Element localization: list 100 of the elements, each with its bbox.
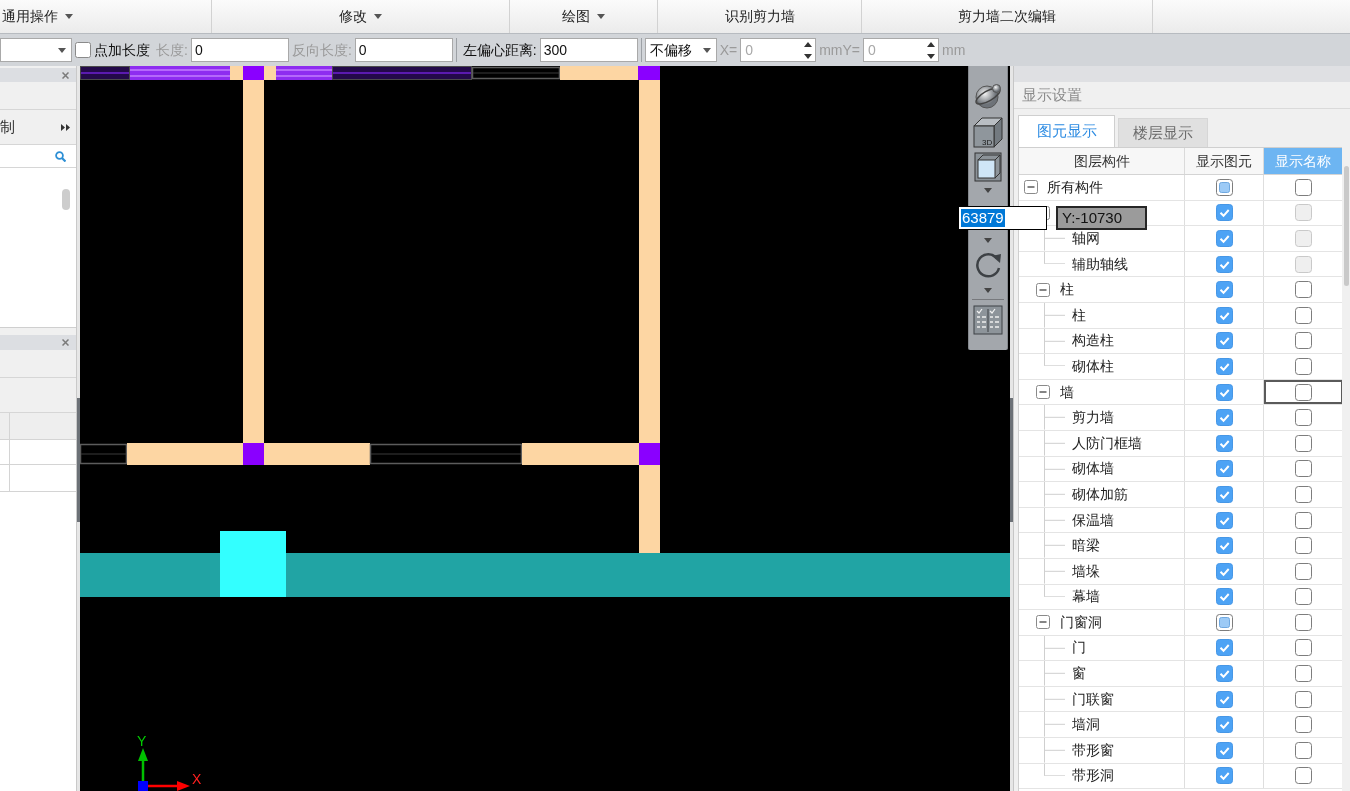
visibility-checkbox[interactable] [1215, 485, 1233, 503]
tab[interactable]: 图元显示 [1018, 115, 1115, 147]
scrollbar-thumb[interactable] [1343, 166, 1349, 286]
name-checkbox[interactable] [1294, 460, 1312, 478]
tree-item-label[interactable]: 所有构件 [1047, 176, 1103, 198]
tree-item-label[interactable]: 暗梁 [1072, 535, 1100, 557]
visibility-checkbox[interactable] [1215, 716, 1233, 734]
visibility-checkbox[interactable] [1215, 639, 1233, 657]
visibility-checkbox[interactable] [1215, 332, 1233, 350]
tree-item-label[interactable]: 砌体柱 [1072, 355, 1114, 377]
tree-item-label[interactable]: 门联窗 [1072, 688, 1114, 710]
visibility-checkbox[interactable] [1215, 613, 1233, 631]
name-checkbox[interactable] [1294, 178, 1312, 196]
tree-item-label[interactable]: 门 [1072, 637, 1086, 659]
checklist-icon[interactable] [973, 305, 1003, 335]
tree-item-label[interactable]: 墙洞 [1072, 714, 1100, 736]
name-checkbox[interactable] [1294, 357, 1312, 375]
tree-item-label[interactable]: 幕墙 [1072, 586, 1100, 608]
name-checkbox[interactable] [1294, 716, 1312, 734]
tree-item-label[interactable]: 轴网 [1072, 228, 1100, 249]
tree-item-label[interactable]: 辅助轴线 [1072, 253, 1128, 275]
visibility-checkbox[interactable] [1215, 383, 1233, 401]
visibility-checkbox[interactable] [1215, 741, 1233, 759]
visibility-checkbox[interactable] [1215, 255, 1233, 273]
tree-item-label[interactable]: 门窗洞 [1060, 611, 1102, 633]
name-checkbox[interactable] [1294, 383, 1312, 401]
column-header[interactable]: 图层构件 [1019, 148, 1185, 174]
sphere-icon[interactable] [973, 81, 1003, 111]
tree-toggle[interactable] [1024, 180, 1038, 195]
checkbox[interactable] [75, 42, 91, 58]
visibility-checkbox[interactable] [1215, 434, 1233, 452]
tree-toggle[interactable] [1036, 385, 1050, 400]
ribbon-group-button[interactable]: 识别剪力墙 [724, 6, 795, 27]
text-input[interactable]: 0 [190, 38, 289, 62]
tree-item-label[interactable]: 墙 [1060, 381, 1074, 403]
name-checkbox[interactable] [1294, 665, 1312, 683]
close-icon[interactable] [62, 339, 69, 346]
name-checkbox[interactable] [1294, 767, 1312, 785]
visibility-checkbox[interactable] [1215, 588, 1233, 606]
splitter-handle[interactable] [77, 398, 80, 522]
tree-item-label[interactable]: 窗 [1072, 663, 1086, 685]
name-checkbox[interactable] [1294, 741, 1312, 759]
column-header[interactable]: 显示图元 [1185, 148, 1264, 174]
caret-icon[interactable] [984, 238, 992, 243]
name-checkbox[interactable] [1294, 537, 1312, 555]
name-checkbox[interactable] [1294, 639, 1312, 657]
text-input[interactable]: 300 [539, 38, 638, 62]
tree-item-label[interactable]: 墙垛 [1072, 560, 1100, 582]
ribbon-group-button[interactable]: 剪力墙二次编辑 [958, 6, 1056, 27]
dropdown-field[interactable]: 不偏移 [644, 38, 717, 62]
name-checkbox[interactable] [1294, 690, 1312, 708]
rotate-icon[interactable] [973, 250, 1003, 280]
ribbon-group-button[interactable]: 通用操作 [2, 6, 73, 27]
search-icon[interactable] [55, 150, 66, 162]
name-checkbox[interactable] [1294, 562, 1312, 580]
name-checkbox[interactable] [1294, 511, 1312, 529]
name-checkbox[interactable] [1294, 332, 1312, 350]
dropdown-field[interactable] [0, 38, 72, 62]
visibility-checkbox[interactable] [1215, 690, 1233, 708]
name-checkbox[interactable] [1294, 613, 1312, 631]
visibility-checkbox[interactable] [1215, 178, 1233, 196]
tree-item-label[interactable]: 柱 [1072, 304, 1086, 326]
box-icon[interactable] [974, 152, 1002, 182]
text-input[interactable]: 0 [354, 38, 453, 62]
name-checkbox[interactable] [1294, 485, 1312, 503]
tree-item-label[interactable]: 带形窗 [1072, 739, 1114, 761]
visibility-checkbox[interactable] [1215, 767, 1233, 785]
caret-icon[interactable] [984, 288, 992, 293]
ribbon-group-button[interactable]: 修改 [339, 6, 382, 27]
coordinate-input-tooltip[interactable]: 63879 [958, 206, 1047, 230]
tree-toggle[interactable] [1036, 615, 1050, 630]
tree-item-label[interactable]: 人防门框墙 [1072, 432, 1142, 454]
tree-item-label[interactable]: 砌体加筋 [1072, 483, 1128, 505]
visibility-checkbox[interactable] [1215, 306, 1233, 324]
caret-icon[interactable] [984, 188, 992, 193]
tree-toggle[interactable] [1036, 282, 1050, 297]
visibility-checkbox[interactable] [1215, 562, 1233, 580]
tree-item-label[interactable]: 保温墙 [1072, 509, 1114, 531]
name-checkbox[interactable] [1294, 306, 1312, 324]
name-checkbox[interactable] [1294, 434, 1312, 452]
name-checkbox[interactable] [1294, 281, 1312, 299]
visibility-checkbox[interactable] [1215, 230, 1233, 247]
close-icon[interactable] [62, 71, 69, 79]
tree-item-label[interactable]: 砌体墙 [1072, 458, 1114, 480]
tab[interactable]: 楼层显示 [1118, 118, 1208, 147]
visibility-checkbox[interactable] [1215, 665, 1233, 683]
tree-item-label[interactable]: 柱 [1060, 279, 1074, 301]
scrollbar-thumb[interactable] [62, 189, 70, 210]
visibility-checkbox[interactable] [1215, 537, 1233, 555]
visibility-checkbox[interactable] [1215, 281, 1233, 299]
checkbox-label[interactable]: 点加长度 [91, 39, 153, 61]
visibility-checkbox[interactable] [1215, 409, 1233, 427]
ribbon-group-button[interactable]: 绘图 [562, 6, 605, 27]
visibility-checkbox[interactable] [1215, 357, 1233, 375]
visibility-checkbox[interactable] [1215, 511, 1233, 529]
name-checkbox[interactable] [1294, 409, 1312, 427]
name-checkbox[interactable] [1294, 588, 1312, 606]
tree-item-label[interactable]: 构造柱 [1072, 330, 1114, 352]
double-arrow-icon[interactable] [61, 123, 70, 131]
tree-item-label[interactable]: 剪力墙 [1072, 407, 1114, 429]
